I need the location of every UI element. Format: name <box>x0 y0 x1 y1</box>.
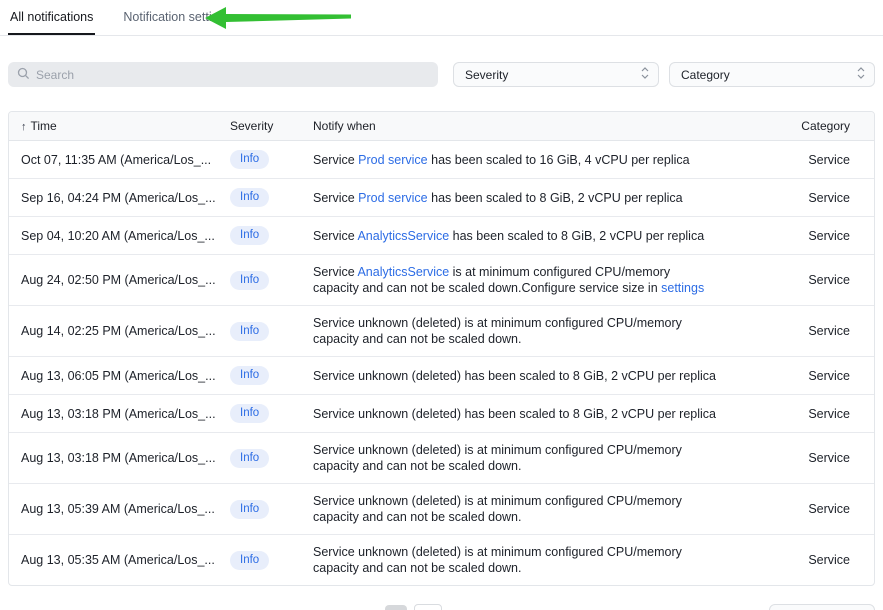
cell-time: Aug 14, 02:25 PM (America/Los_... <box>9 306 218 357</box>
cell-notify-when: Service AnalyticsService is at minimum c… <box>301 255 729 306</box>
cell-category: Service <box>729 255 874 306</box>
tab-bar: All notifications Notification settings <box>0 0 883 36</box>
cell-time: Aug 13, 05:39 AM (America/Los_... <box>9 484 218 535</box>
search-input[interactable] <box>8 62 438 87</box>
column-header-time[interactable]: ↑ Time <box>9 112 218 141</box>
severity-badge: Info <box>230 150 269 169</box>
severity-select[interactable]: Severity <box>453 62 659 87</box>
cell-time: Aug 24, 02:50 PM (America/Los_... <box>9 255 218 306</box>
cell-severity: Info <box>218 433 301 484</box>
table-row: Aug 13, 03:18 PM (America/Los_... Info Ser… <box>9 395 874 433</box>
severity-badge: Info <box>230 366 269 385</box>
cell-time: Aug 13, 03:18 PM (America/Los_... <box>9 395 218 433</box>
severity-badge: Info <box>230 226 269 245</box>
previous-page-button[interactable]: ‹ <box>385 605 407 610</box>
severity-badge: Info <box>230 551 269 570</box>
pagination: ‹ of 2 › <box>158 604 725 610</box>
cell-severity: Info <box>218 484 301 535</box>
tab-notification-settings[interactable]: Notification settings <box>121 0 233 35</box>
table-body: Oct 07, 11:35 AM (America/Los_... Info Ser… <box>9 141 874 586</box>
column-header-severity[interactable]: Severity <box>218 112 301 141</box>
cell-severity: Info <box>218 179 301 217</box>
notify-link[interactable]: Prod service <box>358 191 427 205</box>
severity-badge: Info <box>230 500 269 519</box>
cell-severity: Info <box>218 535 301 586</box>
cell-severity: Info <box>218 357 301 395</box>
cell-time: Sep 04, 10:20 AM (America/Los_... <box>9 217 218 255</box>
cell-notify-when: Service unknown (deleted) has been scale… <box>301 395 729 433</box>
table-row: Aug 13, 05:35 AM (America/Los_... Info Ser… <box>9 535 874 586</box>
cell-category: Service <box>729 306 874 357</box>
cell-time: Oct 07, 11:35 AM (America/Los_... <box>9 141 218 179</box>
severity-select-label: Severity <box>465 68 508 82</box>
cell-category: Service <box>729 217 874 255</box>
column-header-time-label: Time <box>31 119 57 133</box>
severity-badge: Info <box>230 271 269 290</box>
search-icon <box>17 67 30 85</box>
cell-time: Sep 16, 04:24 PM (America/Los_... <box>9 179 218 217</box>
table-footer: 17 rows ‹ of 2 › 10 rows <box>8 604 875 610</box>
cell-severity: Info <box>218 255 301 306</box>
table-row: Aug 13, 05:39 AM (America/Los_... Info Ser… <box>9 484 874 535</box>
cell-category: Service <box>729 357 874 395</box>
page-number-input[interactable] <box>414 604 442 610</box>
severity-badge: Info <box>230 449 269 468</box>
severity-badge: Info <box>230 404 269 423</box>
cell-notify-when: Service unknown (deleted) is at minimum … <box>301 535 729 586</box>
table-row: Aug 13, 06:05 PM (America/Los_... Info Ser… <box>9 357 874 395</box>
category-select-label: Category <box>681 68 730 82</box>
search-box <box>8 62 438 87</box>
filter-bar: Severity Category <box>0 36 883 87</box>
cell-category: Service <box>729 179 874 217</box>
severity-badge: Info <box>230 188 269 207</box>
column-header-notify-when[interactable]: Notify when <box>301 112 729 141</box>
cell-notify-when: Service AnalyticsService has been scaled… <box>301 217 729 255</box>
next-page-button[interactable]: › <box>476 605 498 610</box>
cell-time: Aug 13, 03:18 PM (America/Los_... <box>9 433 218 484</box>
table-row: Sep 16, 04:24 PM (America/Los_... Info Ser… <box>9 179 874 217</box>
cell-severity: Info <box>218 141 301 179</box>
cell-severity: Info <box>218 306 301 357</box>
notify-link[interactable]: Prod service <box>358 153 427 167</box>
sort-ascending-icon: ↑ <box>21 121 27 133</box>
table-row: Aug 13, 03:18 PM (America/Los_... Info Ser… <box>9 433 874 484</box>
cell-notify-when: Service unknown (deleted) has been scale… <box>301 357 729 395</box>
notify-link[interactable]: AnalyticsService <box>357 265 449 279</box>
cell-category: Service <box>729 395 874 433</box>
cell-category: Service <box>729 484 874 535</box>
notifications-table: ↑ Time Severity Notify when Category Oct … <box>8 111 875 586</box>
updown-chevron-icon <box>641 66 649 83</box>
cell-time: Aug 13, 06:05 PM (America/Los_... <box>9 357 218 395</box>
notify-link[interactable]: settings <box>661 281 704 295</box>
severity-badge: Info <box>230 322 269 341</box>
cell-time: Aug 13, 05:35 AM (America/Los_... <box>9 535 218 586</box>
cell-notify-when: Service Prod service has been scaled to … <box>301 179 729 217</box>
table-row: Sep 04, 10:20 AM (America/Los_... Info Ser… <box>9 217 874 255</box>
cell-category: Service <box>729 535 874 586</box>
cell-notify-when: Service Prod service has been scaled to … <box>301 141 729 179</box>
tab-all-notifications[interactable]: All notifications <box>8 0 95 35</box>
table-row: Aug 14, 02:25 PM (America/Los_... Info Ser… <box>9 306 874 357</box>
cell-notify-when: Service unknown (deleted) is at minimum … <box>301 306 729 357</box>
notify-link[interactable]: AnalyticsService <box>357 229 449 243</box>
page-size-select[interactable]: 10 rows <box>769 604 875 610</box>
cell-severity: Info <box>218 395 301 433</box>
category-select[interactable]: Category <box>669 62 875 87</box>
cell-notify-when: Service unknown (deleted) is at minimum … <box>301 433 729 484</box>
table-row: Oct 07, 11:35 AM (America/Los_... Info Ser… <box>9 141 874 179</box>
cell-severity: Info <box>218 217 301 255</box>
notifications-page: All notifications Notification settings … <box>0 0 883 610</box>
cell-category: Service <box>729 433 874 484</box>
table-header-row: ↑ Time Severity Notify when Category <box>9 112 874 141</box>
cell-category: Service <box>729 141 874 179</box>
column-header-category[interactable]: Category <box>729 112 874 141</box>
table-row: Aug 24, 02:50 PM (America/Los_... Info Ser… <box>9 255 874 306</box>
updown-chevron-icon <box>857 66 865 83</box>
cell-notify-when: Service unknown (deleted) is at minimum … <box>301 484 729 535</box>
